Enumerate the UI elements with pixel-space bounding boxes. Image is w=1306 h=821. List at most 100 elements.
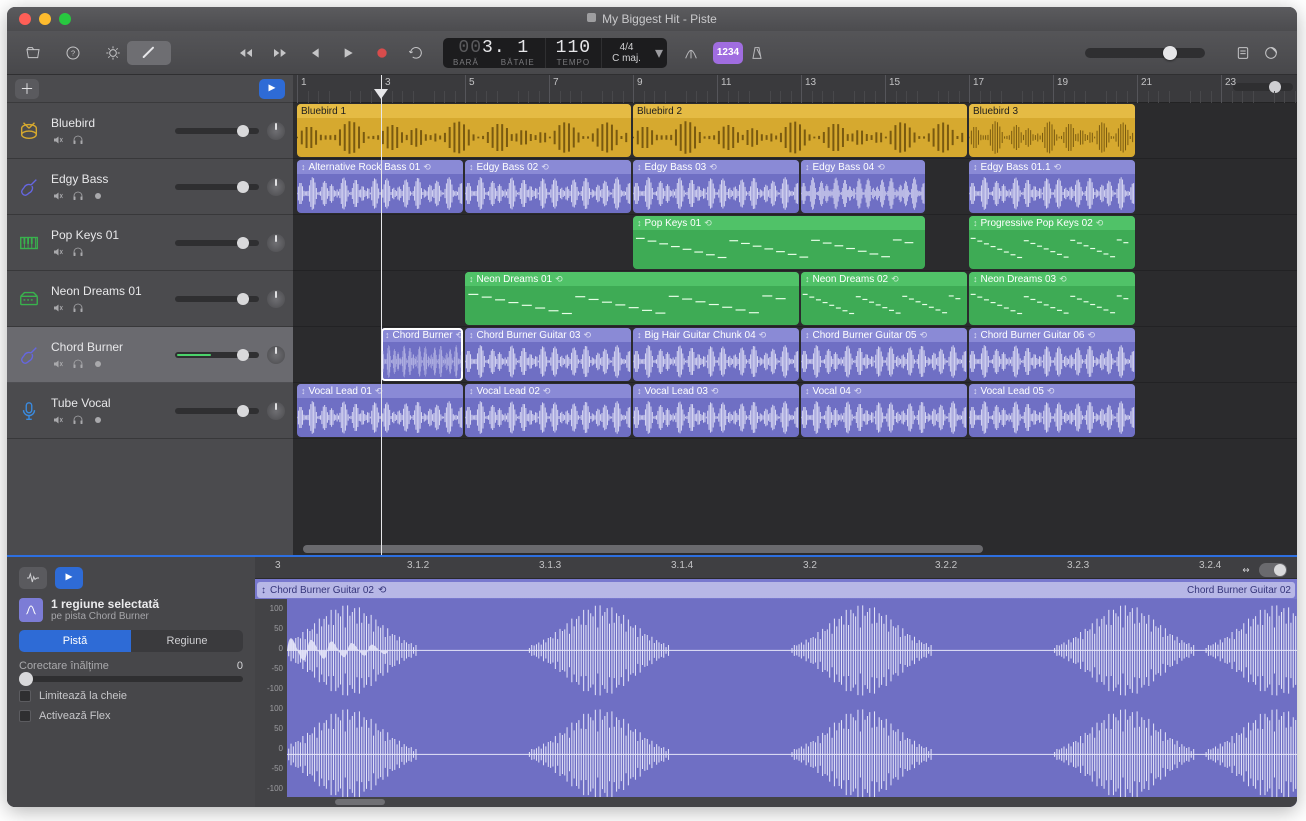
mute-button[interactable] — [51, 189, 65, 201]
region[interactable]: ↕Edgy Bass 04 ⟲ — [801, 160, 925, 213]
region[interactable]: Bluebird 1 — [297, 104, 631, 157]
track-header[interactable]: Pop Keys 01 — [7, 215, 293, 271]
track-pan-knob[interactable] — [267, 346, 285, 364]
record-enable-button[interactable] — [91, 413, 105, 425]
notepad-button[interactable] — [1229, 41, 1257, 65]
tuner-button[interactable] — [677, 41, 705, 65]
track-pan-knob[interactable] — [267, 122, 285, 140]
mute-button[interactable] — [51, 357, 65, 369]
editor-catch-playhead-button[interactable] — [55, 567, 83, 589]
track-lane[interactable]: ↕Neon Dreams 01 ⟲↕Neon Dreams 02 ⟲↕Neon … — [293, 271, 1297, 327]
track-volume-slider[interactable] — [175, 352, 259, 358]
track-lane[interactable]: ↕Chord Burner ⟲↕Chord Burner Guitar 03 ⟲… — [293, 327, 1297, 383]
region[interactable]: ↕Neon Dreams 03 ⟲ — [969, 272, 1135, 325]
region[interactable]: Bluebird 2 — [633, 104, 967, 157]
enable-flex-checkbox[interactable]: Activează Flex — [19, 710, 243, 722]
track-volume-slider[interactable] — [175, 240, 259, 246]
limit-to-key-checkbox[interactable]: Limitează la cheie — [19, 690, 243, 702]
solo-headphones-button[interactable] — [71, 413, 85, 425]
track-name[interactable]: Edgy Bass — [51, 172, 167, 186]
playhead[interactable] — [381, 75, 382, 555]
metronome-button[interactable] — [743, 41, 771, 65]
editor-tab-track[interactable]: Pistă — [19, 630, 131, 652]
play-button[interactable] — [333, 40, 363, 66]
lcd-mode-menu[interactable]: ▾ — [651, 38, 667, 68]
solo-headphones-button[interactable] — [71, 189, 85, 201]
editor-waveform-area[interactable]: 33.1.23.1.33.1.43.23.2.23.2.33.2.4 ↕Chor… — [255, 557, 1297, 807]
region[interactable]: ↕Alternative Rock Bass 01 ⟲ — [297, 160, 463, 213]
region[interactable]: ↕Edgy Bass 01.1 ⟲ — [969, 160, 1135, 213]
editor-snap-toggle[interactable] — [1239, 563, 1287, 577]
track-header[interactable]: Neon Dreams 01 — [7, 271, 293, 327]
region[interactable]: ↕Pop Keys 01 ⟲ — [633, 216, 925, 269]
cycle-button[interactable] — [401, 40, 431, 66]
count-in-button[interactable]: 1234 — [713, 42, 743, 64]
library-button[interactable] — [19, 41, 47, 65]
quick-help-button[interactable]: ? — [59, 41, 87, 65]
editor-tab-region[interactable]: Regiune — [131, 630, 243, 652]
region[interactable]: ↕Vocal Lead 05 ⟲ — [969, 384, 1135, 437]
editor-view-waveform-button[interactable] — [19, 567, 47, 589]
region[interactable]: ↕Vocal 04 ⟲ — [801, 384, 967, 437]
region[interactable]: ↕Chord Burner Guitar 06 ⟲ — [969, 328, 1135, 381]
horizontal-zoom-slider[interactable] — [1233, 83, 1293, 91]
track-name[interactable]: Pop Keys 01 — [51, 228, 167, 242]
arrange-h-scrollbar[interactable] — [293, 543, 1297, 555]
region[interactable]: ↕Edgy Bass 03 ⟲ — [633, 160, 799, 213]
region[interactable]: ↕Progressive Pop Keys 02 ⟲ — [969, 216, 1135, 269]
smart-controls-button[interactable] — [99, 41, 127, 65]
record-enable-button[interactable] — [91, 189, 105, 201]
track-lane[interactable]: ↕Vocal Lead 01 ⟲↕Vocal Lead 02 ⟲↕Vocal L… — [293, 383, 1297, 439]
track-header[interactable]: Chord Burner — [7, 327, 293, 383]
region[interactable]: ↕Chord Burner Guitar 03 ⟲ — [465, 328, 631, 381]
rewind-button[interactable] — [231, 40, 261, 66]
window-minimize-button[interactable] — [39, 13, 51, 25]
track-header[interactable]: Edgy Bass — [7, 159, 293, 215]
mute-button[interactable] — [51, 413, 65, 425]
track-name[interactable]: Neon Dreams 01 — [51, 284, 167, 298]
track-pan-knob[interactable] — [267, 402, 285, 420]
lcd-display[interactable]: 003. 1 BARĂBĂTAIE 110 TEMPO 4/4 C maj. ▾ — [443, 38, 667, 68]
region[interactable]: ↕Vocal Lead 03 ⟲ — [633, 384, 799, 437]
region[interactable]: ↕Chord Burner Guitar 05 ⟲ — [801, 328, 967, 381]
region[interactable]: ↕Big Hair Guitar Chunk 04 ⟲ — [633, 328, 799, 381]
track-pan-knob[interactable] — [267, 290, 285, 308]
track-volume-slider[interactable] — [175, 296, 259, 302]
master-volume-slider[interactable] — [1085, 48, 1205, 58]
track-volume-slider[interactable] — [175, 184, 259, 190]
record-enable-button[interactable] — [91, 357, 105, 369]
track-name[interactable]: Chord Burner — [51, 340, 167, 354]
track-pan-knob[interactable] — [267, 234, 285, 252]
region[interactable]: ↕Chord Burner ⟲ — [381, 328, 463, 381]
catch-playhead-button[interactable] — [259, 79, 285, 99]
track-name[interactable]: Bluebird — [51, 116, 167, 130]
loop-browser-button[interactable] — [1257, 41, 1285, 65]
bar-ruler[interactable]: 1357911131517192123 — [293, 75, 1297, 103]
track-volume-slider[interactable] — [175, 408, 259, 414]
go-to-start-button[interactable] — [299, 40, 329, 66]
solo-headphones-button[interactable] — [71, 301, 85, 313]
forward-button[interactable] — [265, 40, 295, 66]
solo-headphones-button[interactable] — [71, 357, 85, 369]
mute-button[interactable] — [51, 301, 65, 313]
track-pan-knob[interactable] — [267, 178, 285, 196]
record-button[interactable] — [367, 40, 397, 66]
track-volume-slider[interactable] — [175, 128, 259, 134]
track-header[interactable]: Bluebird — [7, 103, 293, 159]
track-lane[interactable]: Bluebird 1Bluebird 2Bluebird 3 — [293, 103, 1297, 159]
track-name[interactable]: Tube Vocal — [51, 396, 167, 410]
region[interactable]: ↕Edgy Bass 02 ⟲ — [465, 160, 631, 213]
track-lane[interactable]: ↕Alternative Rock Bass 01 ⟲↕Edgy Bass 02… — [293, 159, 1297, 215]
editor-waveform[interactable] — [287, 599, 1297, 807]
region[interactable]: ↕Neon Dreams 01 ⟲ — [465, 272, 799, 325]
track-lane[interactable]: ↕Pop Keys 01 ⟲ ↕Progressive Pop Keys 02 ⟲ — [293, 215, 1297, 271]
window-zoom-button[interactable] — [59, 13, 71, 25]
region[interactable]: ↕Vocal Lead 02 ⟲ — [465, 384, 631, 437]
mute-button[interactable] — [51, 133, 65, 145]
editor-tab-selector[interactable]: Pistă Regiune — [19, 630, 243, 652]
editor-ruler[interactable]: 33.1.23.1.33.1.43.23.2.23.2.33.2.4 — [255, 557, 1297, 579]
window-close-button[interactable] — [19, 13, 31, 25]
editor-h-scrollbar[interactable] — [255, 797, 1297, 807]
track-header[interactable]: Tube Vocal — [7, 383, 293, 439]
solo-headphones-button[interactable] — [71, 245, 85, 257]
